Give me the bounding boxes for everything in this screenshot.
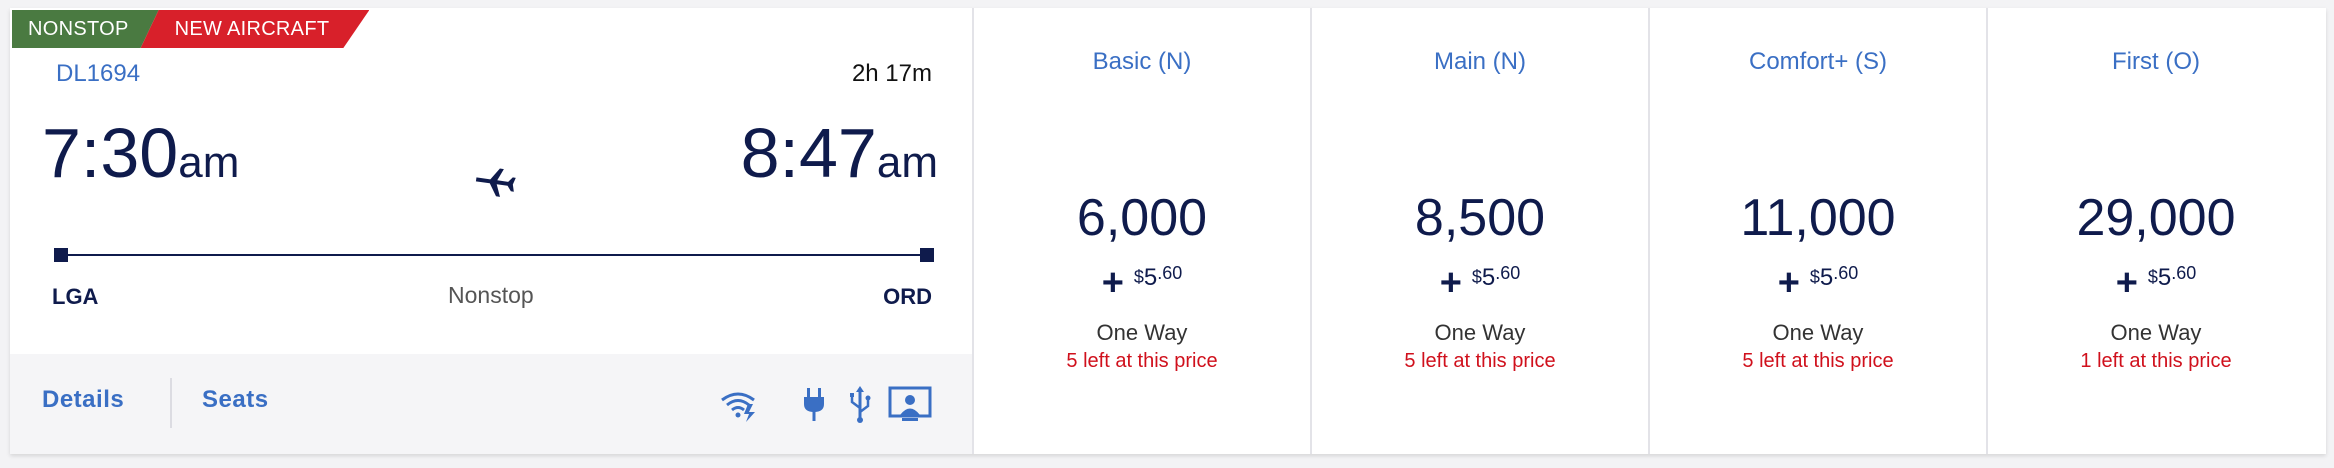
origin-airport: LGA (52, 284, 99, 309)
seat-availability: 5 left at this price (1404, 350, 1556, 372)
details-link[interactable]: Details (42, 386, 124, 414)
flight-result-card: NONSTOP NEW AIRCRAFT DL1694 2h 17m 7:30a… (10, 8, 2326, 454)
departure-time-value: 7:30 (42, 114, 179, 192)
tax-currency: $ (1133, 267, 1144, 287)
fare-name: Comfort+ (S) (1748, 48, 1888, 75)
power-outlet-icon (804, 388, 824, 421)
fare-tax: + $5.60 (1988, 262, 2324, 305)
trip-type: One Way (1772, 320, 1864, 345)
airplane-icon (475, 168, 516, 197)
flight-info-panel: NONSTOP NEW AIRCRAFT DL1694 2h 17m 7:30a… (10, 8, 974, 454)
plus-icon: + (1439, 262, 1462, 304)
destination-marker (920, 248, 934, 262)
departure-time: 7:30am (42, 118, 239, 188)
tax-currency: $ (1471, 267, 1482, 287)
flight-badges: NONSTOP NEW AIRCRAFT (12, 10, 369, 48)
fare-name: Basic (N) (1092, 48, 1192, 75)
seat-availability: 5 left at this price (1066, 350, 1218, 372)
wifi-icon (721, 392, 755, 422)
arrival-time-value: 8:47 (740, 114, 877, 192)
tax-amount: 5 (1819, 263, 1834, 291)
fare-tax: + $5.60 (974, 262, 1310, 305)
tax-currency: $ (1809, 267, 1820, 287)
fare-main[interactable]: Main (N) 8,500 + $5.60 One Way 5 left at … (1312, 8, 1650, 454)
departure-ampm: am (178, 138, 240, 187)
fare-miles: 29,000 (2076, 189, 2236, 247)
flight-number-link[interactable]: DL1694 (56, 60, 140, 88)
arrival-time: 8:47am (741, 118, 938, 188)
usb-icon (850, 386, 871, 423)
origin-marker (54, 248, 68, 262)
flight-footer: Details Seats (10, 354, 972, 454)
destination-airport: ORD (883, 284, 932, 309)
tax-cents: .60 (1833, 263, 1859, 283)
footer-divider (170, 378, 172, 428)
fare-comfort-plus[interactable]: Comfort+ (S) 11,000 + $5.60 One Way 5 lef… (1650, 8, 1988, 454)
fare-tax: + $5.60 (1312, 262, 1648, 305)
stops-label: Nonstop (448, 282, 534, 308)
personal-screen-icon (888, 386, 932, 421)
tax-amount: 5 (2157, 263, 2172, 291)
fare-miles: 8,500 (1414, 189, 1546, 247)
fare-name: First (O) (2112, 48, 2200, 75)
tax-currency: $ (2147, 267, 2158, 287)
tax-amount: 5 (1481, 263, 1496, 291)
route-line (56, 254, 928, 256)
tax-cents: .60 (1157, 263, 1183, 283)
tax-cents: .60 (2171, 263, 2197, 283)
tax-amount: 5 (1143, 263, 1158, 291)
trip-type: One Way (2110, 320, 2202, 345)
fare-basic[interactable]: Basic (N) 6,000 + $5.60 One Way 5 left at… (974, 8, 1312, 454)
trip-type: One Way (1096, 320, 1188, 345)
flight-duration: 2h 17m (851, 60, 932, 87)
plus-icon: + (2115, 262, 2138, 304)
fare-name: Main (N) (1433, 48, 1526, 75)
fare-miles: 6,000 (1076, 189, 1208, 247)
fare-tax: + $5.60 (1650, 262, 1986, 305)
trip-type: One Way (1434, 320, 1526, 345)
tax-cents: .60 (1495, 263, 1521, 283)
seat-availability: 1 left at this price (2080, 350, 2232, 372)
fare-miles: 11,000 (1740, 189, 1896, 247)
fare-first[interactable]: First (O) 29,000 + $5.60 One Way 1 left a… (1988, 8, 2324, 454)
new-aircraft-badge: NEW AIRCRAFT (141, 10, 370, 48)
seats-link[interactable]: Seats (202, 386, 269, 414)
arrival-ampm: am (876, 138, 938, 187)
plus-icon: + (1777, 262, 1800, 304)
nonstop-badge: NONSTOP (12, 10, 159, 48)
seat-availability: 5 left at this price (1742, 350, 1894, 372)
plus-icon: + (1101, 262, 1124, 304)
